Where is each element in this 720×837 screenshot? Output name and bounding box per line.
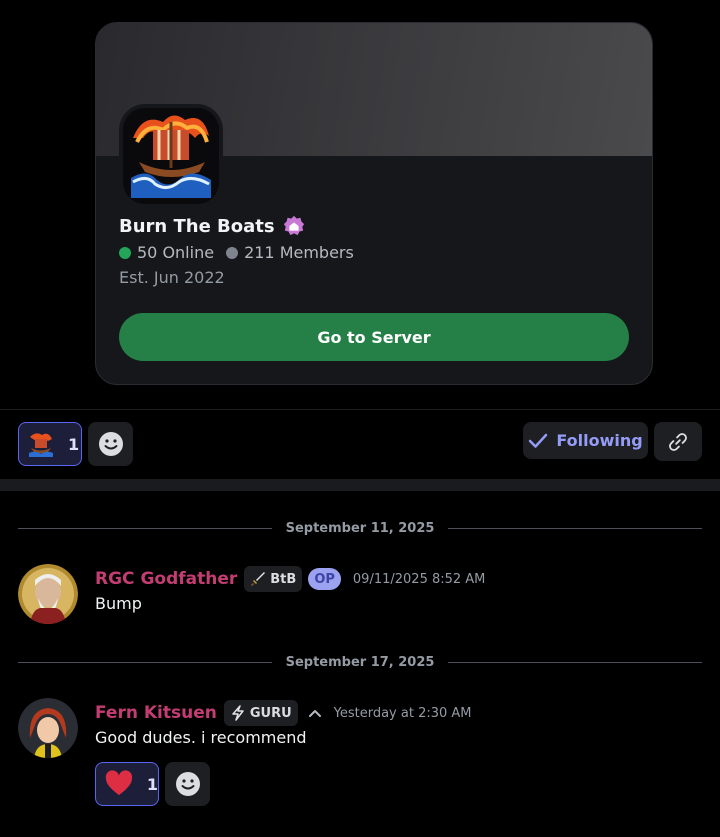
reaction-count: 1 bbox=[68, 434, 80, 454]
user-avatar-image bbox=[18, 564, 78, 624]
reaction-count: 1 bbox=[146, 774, 158, 794]
op-badge: OP bbox=[308, 568, 341, 590]
go-to-server-button[interactable]: Go to Server bbox=[119, 313, 629, 361]
username[interactable]: Fern Kitsuen bbox=[95, 703, 217, 723]
reaction-chip[interactable]: 1 bbox=[18, 422, 82, 466]
avatar[interactable] bbox=[18, 698, 78, 758]
server-name: Burn The Boats bbox=[119, 215, 275, 237]
add-reaction-icon bbox=[98, 432, 123, 456]
date-separator: September 11, 2025 bbox=[18, 518, 703, 538]
community-badge-icon bbox=[283, 215, 304, 236]
message-text: Bump bbox=[95, 594, 142, 613]
sword-icon bbox=[251, 572, 266, 586]
reaction-chip[interactable]: 1 bbox=[95, 762, 159, 806]
guild-tag-label: BtB bbox=[270, 571, 297, 587]
date-separator-label: September 17, 2025 bbox=[285, 654, 435, 670]
user-avatar-image bbox=[18, 698, 78, 758]
online-count: 50 Online bbox=[137, 243, 215, 262]
timestamp: Yesterday at 2:30 AM bbox=[333, 705, 472, 721]
heart-icon bbox=[105, 770, 133, 796]
copy-link-button[interactable] bbox=[654, 422, 702, 461]
caret-up-icon[interactable] bbox=[308, 706, 322, 720]
server-stats: 50 Online 211 Members bbox=[119, 243, 354, 262]
following-label: Following bbox=[556, 431, 643, 450]
message-header: RGC Godfather BtB OP 09/11/2025 8:52 AM bbox=[95, 566, 485, 592]
member-count: 211 Members bbox=[244, 243, 354, 262]
viking-ship-icon bbox=[123, 108, 219, 204]
lightning-icon bbox=[232, 705, 244, 721]
divider bbox=[0, 409, 720, 410]
link-icon bbox=[669, 432, 687, 451]
date-separator: September 17, 2025 bbox=[18, 652, 703, 672]
message-header: Fern Kitsuen GURU Yesterday at 2:30 AM bbox=[95, 700, 472, 726]
add-reaction-button[interactable] bbox=[165, 762, 210, 806]
message-text: Good dudes. i recommend bbox=[95, 728, 307, 747]
username[interactable]: RGC Godfather bbox=[95, 569, 237, 589]
timestamp: 09/11/2025 8:52 AM bbox=[352, 571, 486, 587]
date-separator-label: September 11, 2025 bbox=[285, 520, 435, 536]
section-separator bbox=[0, 479, 720, 491]
add-reaction-icon bbox=[175, 772, 200, 796]
server-icon[interactable] bbox=[119, 104, 223, 208]
guild-tag[interactable]: BtB bbox=[244, 566, 303, 592]
following-button[interactable]: Following bbox=[523, 422, 648, 459]
add-reaction-button[interactable] bbox=[88, 422, 133, 466]
online-dot-icon bbox=[119, 246, 131, 259]
checkmark-icon bbox=[529, 433, 548, 448]
guild-tag[interactable]: GURU bbox=[223, 700, 298, 726]
server-emoji-icon bbox=[29, 433, 53, 457]
guild-tag-label: GURU bbox=[249, 705, 292, 721]
members-dot-icon bbox=[226, 246, 239, 259]
established-date: Est. Jun 2022 bbox=[119, 268, 225, 287]
server-invite-card: Burn The Boats 50 Online 211 Members Est… bbox=[95, 22, 653, 385]
avatar[interactable] bbox=[18, 564, 78, 624]
